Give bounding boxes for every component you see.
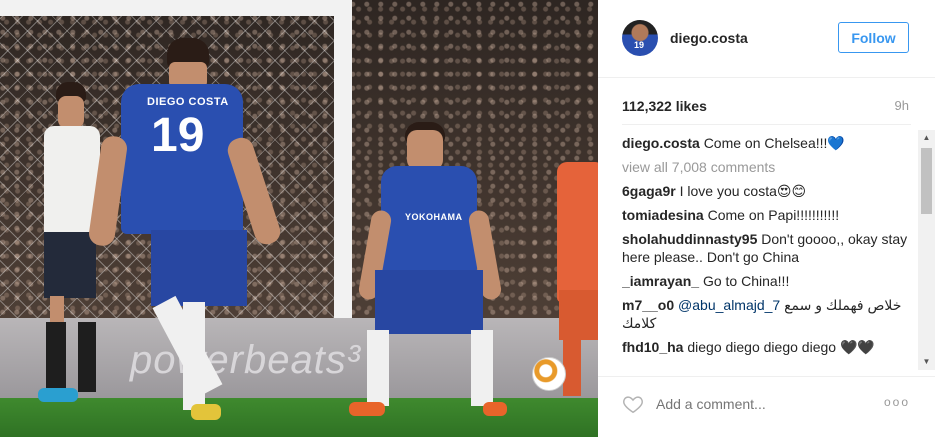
more-options-icon[interactable]: ooo (884, 395, 910, 411)
follow-button[interactable]: Follow (838, 22, 909, 53)
scroll-up-arrow-icon[interactable]: ▲ (918, 130, 935, 146)
comment-user[interactable]: tomiadesina (622, 207, 704, 223)
list-item: m7__o0 @abu_almajd_7 خلاص فهملك و سمع كل… (622, 296, 912, 332)
heart-icon[interactable] (622, 393, 644, 415)
player-celebrating: YOKOHAMA (345, 120, 515, 420)
shirt-number-print: 19 (151, 109, 205, 162)
football (532, 357, 566, 391)
post-panel: 19 diego.costa Follow 112,322 likes 9h d… (598, 0, 935, 437)
username-link[interactable]: diego.costa (670, 30, 748, 46)
divider (622, 124, 911, 125)
list-item: _iamrayan_ Go to China!!! (622, 272, 912, 290)
comment-text: Come on Papi!!!!!!!!!!! (707, 207, 840, 223)
scroll-down-arrow-icon[interactable]: ▼ (918, 354, 935, 370)
comments-scrollbar[interactable]: ▲ ▼ (918, 130, 935, 370)
comment-bar: ooo (598, 376, 935, 437)
list-item: tomiadesina Come on Papi!!!!!!!!!!! (622, 206, 912, 224)
comment-text: Come on Chelsea!!!💙 (703, 135, 845, 151)
comments-list: diego.costa Come on Chelsea!!!💙 view all… (622, 134, 912, 364)
avatar[interactable]: 19 (622, 20, 658, 56)
goal-crossbar (0, 0, 352, 16)
comment-user[interactable]: _iamrayan_ (622, 273, 699, 289)
post-header: 19 diego.costa Follow (598, 0, 935, 78)
comment-user[interactable]: fhd10_ha (622, 339, 683, 355)
comment-user[interactable]: 6gaga9r (622, 183, 676, 199)
likes-count[interactable]: 112,322 likes (622, 98, 707, 114)
shirt-sponsor-print: YOKOHAMA (405, 212, 463, 222)
post-timestamp[interactable]: 9h (895, 98, 909, 113)
list-item: 6gaga9r I love you costa😍😊 (622, 182, 912, 200)
comment-text: diego diego diego diego 🖤🖤 (687, 339, 875, 355)
post-photo[interactable]: powerbeats³ DIEGO COSTA 19 YOKOHAMA (0, 0, 598, 437)
comment-user[interactable]: diego.costa (622, 135, 700, 151)
shirt-name-print: DIEGO COSTA (147, 96, 229, 108)
scrollbar-thumb[interactable] (921, 148, 932, 214)
comment-mention[interactable]: @abu_almajd_7 (678, 297, 780, 313)
list-item: fhd10_ha diego diego diego diego 🖤🖤 (622, 338, 912, 356)
comment-text: I love you costa😍😊 (679, 183, 807, 199)
view-all-comments-link[interactable]: view all 7,008 comments (622, 158, 912, 176)
player-costa: DIEGO COSTA 19 (87, 38, 285, 428)
comment-text: Go to China!!! (702, 273, 790, 289)
caption: diego.costa Come on Chelsea!!!💙 (622, 134, 912, 152)
comment-input[interactable] (656, 393, 876, 415)
comment-user[interactable]: m7__o0 (622, 297, 674, 313)
comment-user[interactable]: sholahuddinnasty95 (622, 231, 757, 247)
list-item: sholahuddinnasty95 Don't goooo,, okay st… (622, 230, 912, 266)
